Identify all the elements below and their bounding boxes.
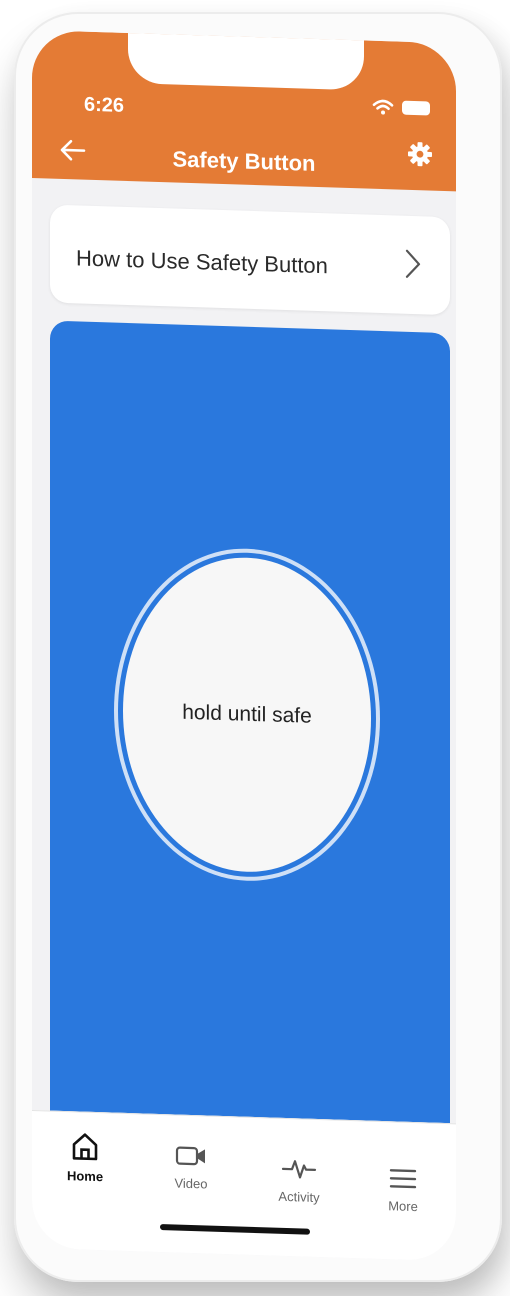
safety-button-label: hold until safe	[182, 700, 312, 728]
tab-home[interactable]: Home	[40, 1129, 130, 1185]
safety-hold-button[interactable]: hold until safe	[123, 553, 371, 876]
tab-more[interactable]: More	[358, 1163, 448, 1215]
menu-lines-icon	[389, 1169, 417, 1189]
status-time: 6:26	[84, 93, 125, 117]
safety-panel: hold until safe	[50, 320, 450, 1124]
tab-home-label: Home	[66, 1168, 104, 1185]
tab-more-label: More	[388, 1198, 418, 1215]
activity-pulse-icon	[281, 1160, 317, 1179]
wifi-icon	[372, 99, 394, 115]
how-to-use-card[interactable]: How to Use Safety Button	[50, 204, 450, 316]
battery-icon	[402, 100, 430, 116]
app-header: 6:26 Safety Button	[32, 30, 456, 192]
safety-button-ring: hold until safe	[114, 544, 380, 885]
app-screen: 6:26 Safety Button How to Use Safety But…	[32, 30, 456, 1262]
video-camera-icon	[175, 1146, 205, 1166]
tab-video[interactable]: Video	[146, 1141, 236, 1193]
page-title: Safety Button	[172, 146, 316, 176]
home-icon	[72, 1133, 98, 1161]
bottom-tab-bar: Home Video Activity More	[32, 1110, 456, 1262]
safety-button-gap: hold until safe	[118, 548, 376, 881]
tab-video-label: Video	[174, 1175, 208, 1192]
how-to-use-label: How to Use Safety Button	[76, 245, 328, 279]
phone-frame: 6:26 Safety Button How to Use Safety But…	[14, 12, 502, 1282]
tab-activity-label: Activity	[278, 1188, 320, 1206]
chevron-right-icon	[405, 249, 421, 278]
status-icons	[372, 99, 430, 117]
tab-activity[interactable]: Activity	[254, 1152, 344, 1206]
gear-icon[interactable]	[406, 140, 434, 169]
device-stage: 6:26 Safety Button How to Use Safety But…	[0, 0, 510, 1296]
device-notch	[128, 30, 364, 91]
